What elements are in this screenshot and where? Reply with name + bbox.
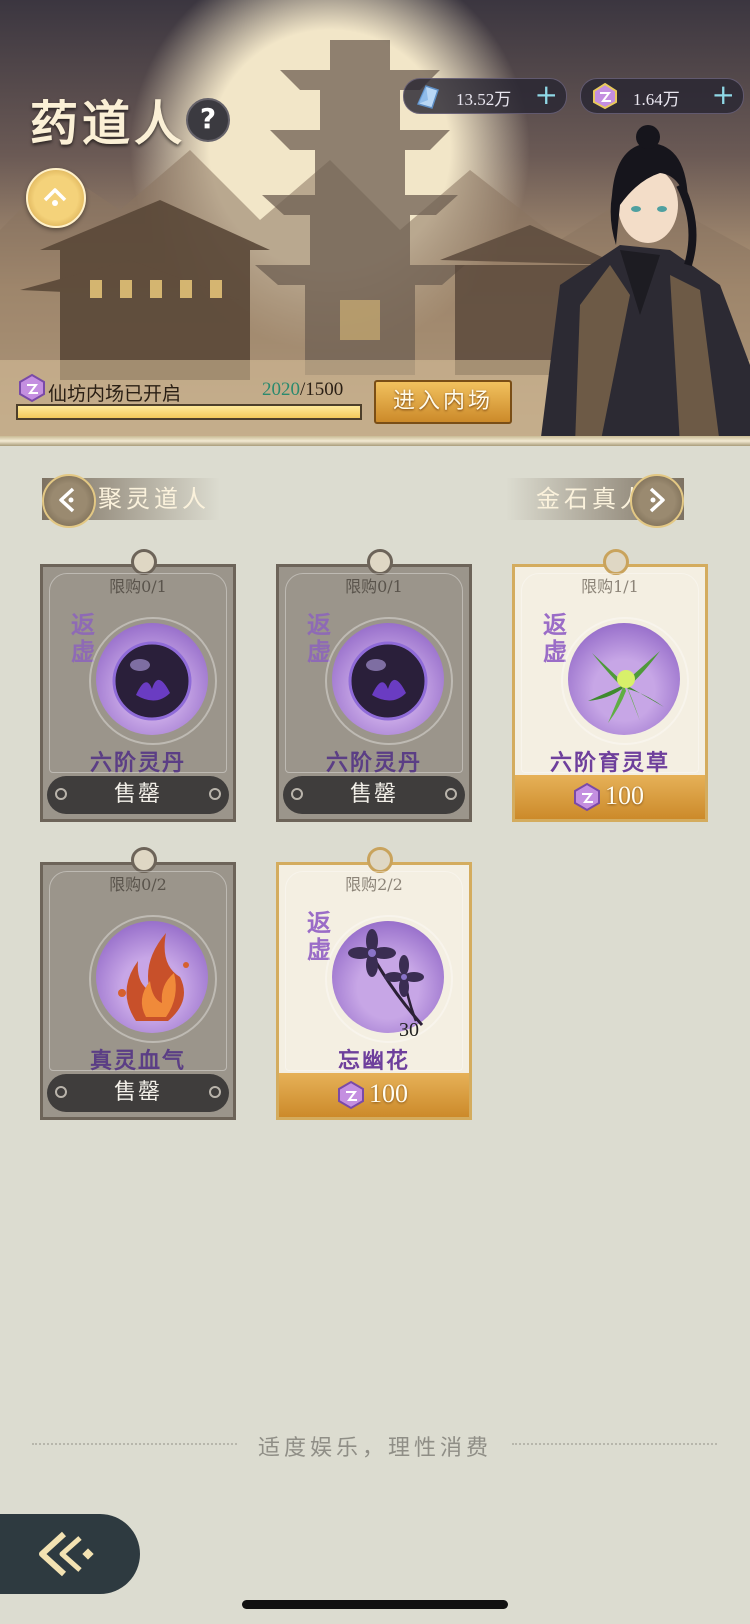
sold-out-label: 售罄	[113, 1080, 162, 1105]
sold-out-bar: 售罄	[47, 1074, 229, 1112]
spirit-crystal-amount: 13.52万	[456, 90, 512, 109]
bar-ornament	[445, 788, 457, 800]
bar-ornament	[55, 1086, 67, 1098]
sold-out-bar: 售罄	[47, 776, 229, 814]
inner-court-progress-count: 2020/1500	[262, 379, 343, 401]
chevron-right-icon	[649, 487, 665, 513]
purchase-limit: 限购1/1	[581, 577, 639, 596]
inner-court-progress-bar	[16, 404, 362, 420]
progress-total: 1500	[305, 379, 344, 400]
progress-current: 2020	[262, 379, 300, 400]
buy-price-button[interactable]: 100	[515, 775, 705, 819]
gaming-notice: 适度娱乐，理性消费	[257, 1436, 492, 1461]
buy-price-button[interactable]: 100	[279, 1073, 469, 1117]
spirit-crystal-icon	[416, 85, 439, 109]
immortal-jade-icon	[574, 782, 600, 812]
purple-flower-icon	[348, 929, 424, 1026]
next-merchant-tab[interactable]: 金石真人	[506, 474, 684, 528]
back-button[interactable]	[0, 1514, 140, 1594]
bar-ornament	[209, 788, 221, 800]
card-pin	[367, 549, 393, 575]
immortal-jade-icon	[593, 82, 617, 110]
upgrade-button[interactable]	[26, 168, 86, 228]
dark-orb-icon	[112, 641, 192, 721]
bar-ornament	[209, 1086, 221, 1098]
item-name: 忘幽花	[337, 1048, 410, 1074]
help-button[interactable]: ?	[186, 98, 230, 142]
card-pin	[131, 549, 157, 575]
back-arrow-icon	[39, 1531, 94, 1577]
sold-out-label: 售罄	[349, 782, 398, 807]
item-grade: 返虚	[543, 610, 567, 666]
purchase-limit: 限购0/1	[345, 577, 403, 596]
sold-out-label: 售罄	[113, 782, 162, 807]
purchase-limit: 限购2/2	[345, 875, 403, 894]
sold-out-bar: 售罄	[283, 776, 465, 814]
card-pin	[367, 847, 393, 873]
bar-ornament	[55, 788, 67, 800]
card-pin	[131, 847, 157, 873]
next-arrow-button[interactable]	[630, 474, 684, 528]
item-quantity: 30	[399, 1019, 419, 1041]
bar-ornament	[291, 788, 303, 800]
chevron-left-icon	[59, 487, 75, 513]
purchase-limit: 限购0/2	[109, 875, 167, 894]
header-divider	[0, 436, 750, 446]
immortal-jade-amount: 1.64万	[633, 90, 680, 109]
shop-header: 药道人 ? 13.52万 + 1.64万 + 仙坊内场已开启 2020/1500…	[0, 0, 750, 445]
item-grade: 返虚	[307, 908, 331, 964]
page-title: 药道人	[30, 96, 187, 152]
prev-merchant-name: 聚灵道人	[98, 485, 210, 513]
card-pin	[603, 549, 629, 575]
shop-item-card[interactable]: 限购2/2 返虚 30 忘幽花 100	[276, 847, 472, 1120]
home-indicator	[242, 1600, 508, 1609]
item-name: 六阶灵丹	[325, 750, 422, 776]
spirit-crystal-currency: 13.52万 +	[403, 78, 567, 114]
purchase-limit: 限购0/1	[109, 577, 167, 596]
shop-item-card[interactable]: 限购0/1 返虚 六阶灵丹 售罄	[276, 549, 472, 822]
blood-flame-icon	[118, 933, 189, 1021]
dark-orb-icon	[348, 641, 428, 721]
green-herb-icon	[588, 651, 664, 723]
shop-item-card[interactable]: 限购0/1 返虚 六阶灵丹 售罄	[40, 549, 236, 822]
item-name: 六阶灵丹	[89, 750, 186, 776]
merchant-character-portrait	[540, 125, 750, 445]
immortal-jade-currency: 1.64万 +	[580, 78, 744, 114]
prev-arrow-button[interactable]	[42, 474, 96, 528]
chevron-up-icon	[43, 188, 67, 206]
notice-divider-right	[512, 1443, 717, 1445]
item-name: 六阶育灵草	[549, 750, 670, 776]
shop-item-card[interactable]: 限购1/1 返虚 六阶育灵草 100	[512, 549, 708, 822]
enter-inner-court-button[interactable]: 进入内场	[374, 380, 512, 424]
item-name: 真灵血气	[89, 1048, 186, 1074]
item-price: 100	[605, 781, 644, 810]
item-grade: 返虚	[307, 610, 331, 666]
immortal-jade-icon	[19, 373, 45, 403]
prev-merchant-tab[interactable]: 聚灵道人	[42, 474, 220, 528]
immortal-jade-icon	[338, 1080, 364, 1110]
item-price: 100	[369, 1079, 408, 1108]
add-immortal-jade-button[interactable]: +	[712, 78, 735, 111]
add-spirit-crystal-button[interactable]: +	[535, 78, 558, 111]
progress-bar-fill	[18, 406, 360, 418]
inner-court-status: 仙坊内场已开启	[48, 383, 182, 405]
shop-item-card[interactable]: 限购0/2 真灵血气 售罄	[40, 847, 236, 1120]
item-grade: 返虚	[71, 610, 95, 666]
